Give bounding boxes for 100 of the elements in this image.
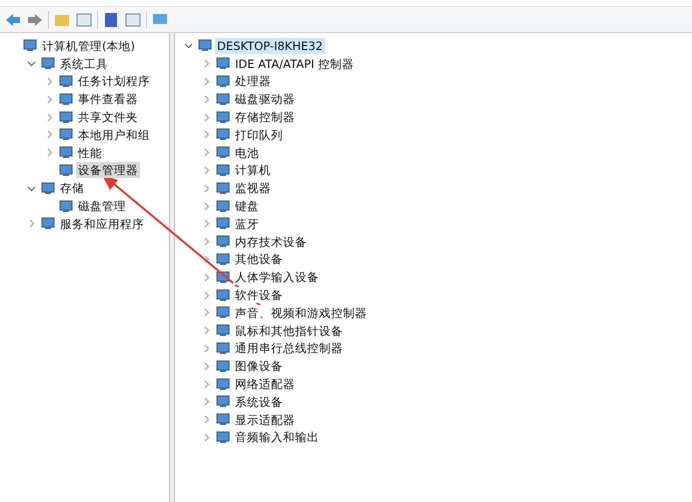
tree-item[interactable]: 蓝牙 [233,216,261,232]
device-icon [59,74,73,88]
tree-item[interactable]: 存储 [58,180,86,196]
device-icon [216,288,230,302]
chevron-right-icon[interactable] [202,326,210,336]
chevron-right-icon[interactable] [202,112,210,122]
chevron-right-icon[interactable] [44,94,54,104]
panel-icon[interactable] [75,12,93,28]
chevron-right-icon[interactable] [202,397,210,406]
tree-item[interactable]: 性能 [76,144,104,161]
tree-item[interactable]: 鼠标和其他指针设备 [233,322,345,339]
chevron-right-icon[interactable] [44,76,54,86]
chevron-right-icon[interactable] [44,130,54,140]
device-icon [216,164,230,177]
chevron-down-icon[interactable] [26,184,36,193]
tree-item[interactable]: 事件查看器 [76,91,140,108]
device-icon [216,324,230,338]
tree-item[interactable]: 存储控制器 [233,109,297,126]
chevron-right-icon[interactable] [202,380,210,389]
device-icon [216,74,230,88]
device-icon [216,92,230,106]
device-icon [216,378,230,391]
chevron-right-icon[interactable] [202,59,210,68]
chevron-right-icon[interactable] [202,344,210,353]
tree-item[interactable]: 磁盘管理 [76,198,128,214]
tree-item[interactable]: 人体学输入设备 [233,269,321,286]
device-icon [216,395,230,408]
chevron-right-icon[interactable] [202,76,210,86]
chevron-right-icon[interactable] [202,94,210,104]
device-icon [59,164,73,177]
tree-item[interactable]: 处理器 [233,73,273,90]
tree-item[interactable]: 键盘 [233,198,261,214]
chevron-right-icon[interactable] [202,202,210,211]
help-icon[interactable] [102,12,120,28]
tree-item[interactable]: 图像设备 [233,358,285,374]
device-icon [59,128,73,142]
chevron-right-icon[interactable] [26,219,36,228]
tree-item[interactable]: 本地用户和组 [76,126,152,143]
device-icon [23,39,37,52]
device-icon [216,146,230,160]
device-icon [59,92,73,106]
device-icon [41,182,55,195]
tree-item[interactable]: 内存技术设备 [233,234,309,250]
tree-item[interactable]: 软件设备 [233,287,285,304]
device-icon [216,306,230,320]
chevron-right-icon[interactable] [202,254,210,264]
tree-item[interactable]: 电池 [233,144,261,161]
device-icon [216,235,230,248]
forward-arrow-icon[interactable] [26,12,44,28]
chevron-right-icon[interactable] [202,237,210,246]
device-icon [59,200,73,213]
tree-item[interactable]: 计算机 [233,162,273,178]
chevron-right-icon[interactable] [202,432,210,442]
chevron-right-icon[interactable] [202,272,210,282]
device-icon [59,146,73,160]
chevron-down-icon[interactable] [26,59,36,68]
chevron-right-icon[interactable] [202,290,210,300]
chevron-right-icon[interactable] [202,415,210,424]
tree-item[interactable]: 监视器 [233,180,273,196]
tree-item[interactable]: 系统工具 [58,56,110,72]
device-icon [198,39,212,52]
device-icon [216,200,230,213]
device-icon [41,57,55,70]
tree-item[interactable]: 设备管理器 [76,162,140,178]
chevron-right-icon[interactable] [202,362,210,371]
tree-item[interactable]: 其他设备 [233,251,285,268]
device-icon [216,252,230,266]
device-icon [41,217,55,230]
tree-item[interactable]: 声音、视频和游戏控制器 [233,304,369,321]
tree-item[interactable]: 通用串行总线控制器 [233,340,345,356]
chevron-right-icon[interactable] [202,308,210,318]
tree-item[interactable]: 系统设备 [233,394,285,410]
tree-item[interactable]: 共享文件夹 [76,109,140,126]
device-icon [216,110,230,124]
tree-item[interactable]: IDE ATA/ATAPI 控制器 [233,56,356,72]
tree-item[interactable]: 磁盘驱动器 [233,91,297,108]
tree-item[interactable]: 打印队列 [233,126,285,143]
device-icon [216,342,230,355]
device-icon [216,217,230,230]
tree-item[interactable]: 显示适配器 [233,412,297,428]
device-icon [216,360,230,373]
tree-item[interactable]: DESKTOP-I8KHE32 [215,38,325,54]
chevron-right-icon[interactable] [202,184,210,193]
chevron-down-icon[interactable] [184,41,192,50]
chevron-right-icon[interactable] [202,148,210,158]
tree-item[interactable]: 任务计划程序 [76,73,152,90]
tree-item[interactable]: 计算机管理(本地) [40,38,137,54]
chevron-right-icon[interactable] [44,148,54,158]
tree-item[interactable]: 网络适配器 [233,376,297,392]
device-icon [216,57,230,70]
device-icon [59,110,73,124]
chevron-right-icon[interactable] [44,112,54,122]
panel-icon[interactable] [124,12,142,28]
back-arrow-icon[interactable] [4,12,22,28]
chevron-right-icon[interactable] [202,166,210,175]
chevron-right-icon[interactable] [202,130,210,140]
chevron-right-icon[interactable] [202,219,210,228]
tree-item[interactable]: 服务和应用程序 [58,216,146,232]
device-icon [216,413,230,426]
device-icon [216,128,230,142]
